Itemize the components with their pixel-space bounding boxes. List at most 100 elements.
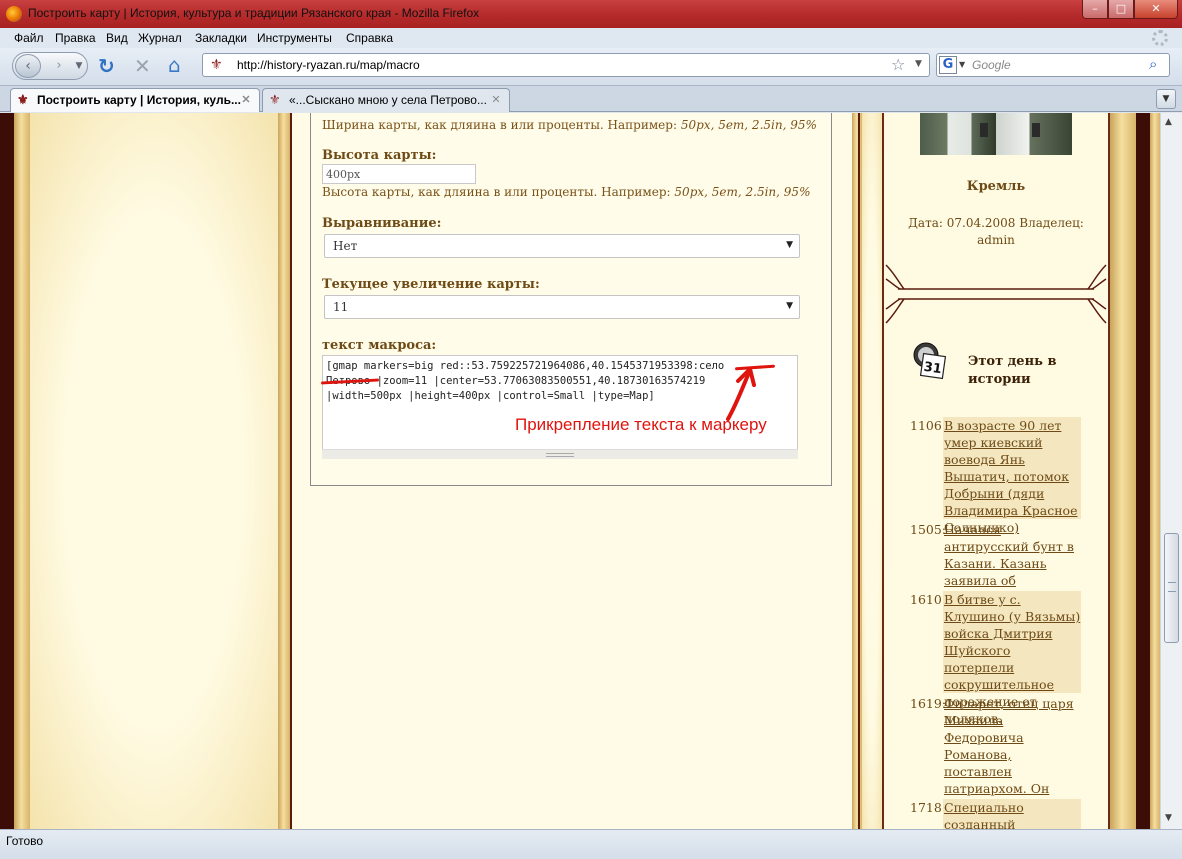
width-description-text: Ширина карты, как дляина в или проценты.… bbox=[322, 118, 678, 132]
height-input[interactable] bbox=[322, 164, 476, 184]
search-input[interactable]: Google bbox=[972, 58, 1011, 72]
chevron-down-icon: ▼ bbox=[786, 301, 793, 311]
divider-flourish bbox=[885, 298, 1107, 324]
photo-meta: Дата: 07.04.2008 Владелец: admin bbox=[908, 216, 1084, 247]
frame-border bbox=[1110, 113, 1136, 829]
vertical-scrollbar[interactable]: ▲ ▼ bbox=[1160, 113, 1182, 829]
status-text: Готово bbox=[6, 834, 44, 848]
scrollbar-thumb[interactable] bbox=[1164, 533, 1179, 643]
menu-view[interactable]: Вид bbox=[106, 31, 128, 45]
height-description-text: Высота карты, как дляина в или проценты.… bbox=[322, 185, 671, 199]
photo-window bbox=[1032, 123, 1040, 137]
kremlin-photo[interactable] bbox=[920, 113, 1072, 155]
bookmark-star-icon[interactable]: ☆ bbox=[891, 55, 905, 74]
calendar-number: 31 bbox=[923, 360, 943, 377]
address-bar[interactable]: ⚜ http://history-ryazan.ru/map/macro ☆ ▼ bbox=[202, 53, 930, 77]
tab-close-icon[interactable]: ✕ bbox=[239, 93, 253, 107]
home-icon[interactable]: ⌂ bbox=[168, 54, 192, 78]
photo-caption[interactable]: Кремль bbox=[884, 179, 1108, 194]
frame-border bbox=[858, 113, 860, 829]
grip-icon bbox=[546, 453, 574, 457]
stop-icon[interactable]: ✕ bbox=[134, 56, 156, 78]
photo-window bbox=[980, 123, 988, 137]
width-description: Ширина карты, как дляина в или проценты.… bbox=[322, 118, 817, 132]
height-label: Высота карты: bbox=[322, 148, 437, 163]
tab-fleur-icon: ⚜ bbox=[269, 92, 281, 107]
search-magnifier-icon[interactable]: ⌕ bbox=[1149, 55, 1157, 73]
frame-border bbox=[14, 113, 30, 829]
tab-petrovo[interactable]: ⚜ «...Сыскано мною у села Петрово... ✕ bbox=[262, 88, 510, 112]
left-column bbox=[30, 113, 278, 829]
height-description: Высота карты, как дляина в или проценты.… bbox=[322, 185, 810, 199]
menu-bar: Файл Правка Вид Журнал Закладки Инструме… bbox=[0, 28, 1182, 48]
tab-build-map[interactable]: ⚜ Построить карту | История, куль... ✕ bbox=[10, 88, 260, 112]
frame-border bbox=[1150, 113, 1160, 829]
site-fleur-icon: ⚜ bbox=[210, 57, 223, 73]
forward-button[interactable]: › bbox=[49, 57, 69, 75]
back-forward-group: ‹ › ▼ bbox=[12, 52, 88, 80]
close-window-button[interactable]: ✕ bbox=[1134, 0, 1178, 19]
menu-bookmarks[interactable]: Закладки bbox=[195, 31, 247, 45]
minimize-button[interactable]: – bbox=[1082, 0, 1108, 19]
divider-flourish bbox=[885, 264, 1107, 290]
scroll-down-icon[interactable]: ▼ bbox=[1165, 813, 1172, 823]
history-year: 1106: bbox=[910, 418, 947, 433]
search-bar[interactable]: G ▼ Google ⌕ bbox=[936, 53, 1170, 77]
grip-icon bbox=[1168, 582, 1176, 592]
tab-close-icon[interactable]: ✕ bbox=[489, 93, 503, 107]
history-link[interactable]: Филарет, отец царя Михаила Федоровича Ро… bbox=[943, 695, 1081, 829]
tab-label: Построить карту | История, куль... bbox=[37, 93, 241, 107]
firefox-icon bbox=[6, 6, 22, 22]
tab-bar: ⚜ Построить карту | История, куль... ✕ ⚜… bbox=[0, 86, 1182, 112]
zoom-select[interactable]: 11 ▼ bbox=[324, 295, 800, 319]
google-engine-icon[interactable]: G bbox=[939, 56, 957, 74]
align-select[interactable]: Нет ▼ bbox=[324, 234, 800, 258]
history-title: Этот день в истории bbox=[968, 354, 1057, 387]
frame-border bbox=[862, 113, 882, 829]
menu-edit[interactable]: Правка bbox=[55, 31, 96, 45]
align-select-value: Нет bbox=[333, 239, 358, 253]
align-label: Выравнивание: bbox=[322, 216, 442, 231]
history-year: 1610: bbox=[910, 592, 947, 607]
history-year: 1718: bbox=[910, 800, 947, 815]
frame-border bbox=[852, 113, 862, 829]
height-examples: 50px, 5em, 2.5in, 95% bbox=[674, 185, 811, 199]
status-bar: Готово bbox=[0, 829, 1182, 859]
history-link[interactable]: В битве у с. Клушино (у Вязьмы) войска Д… bbox=[943, 591, 1081, 726]
history-link[interactable]: В возрасте 90 лет умер киевский воевода … bbox=[943, 417, 1081, 535]
engine-dropdown-icon[interactable]: ▼ bbox=[959, 60, 965, 69]
reload-icon[interactable]: ↻ bbox=[98, 56, 120, 78]
calendar-clock-icon: 31 bbox=[913, 342, 946, 380]
history-dropdown-icon[interactable]: ▼ bbox=[73, 59, 85, 73]
menu-file[interactable]: Файл bbox=[14, 31, 44, 45]
textarea-resize-grip[interactable] bbox=[322, 449, 798, 459]
navigation-toolbar: ‹ › ▼ ↻ ✕ ⌂ ⚜ http://history-ryazan.ru/m… bbox=[0, 48, 1182, 86]
annotation-text: Прикрепление текста к маркеру bbox=[515, 415, 767, 434]
frame-border bbox=[278, 113, 290, 829]
menu-tools[interactable]: Инструменты bbox=[257, 31, 332, 45]
page-viewport: Ширина карты, как дляина в или проценты.… bbox=[0, 113, 1160, 829]
window-title: Построить карту | История, культура и тр… bbox=[28, 6, 480, 20]
menu-history[interactable]: Журнал bbox=[138, 31, 182, 45]
history-link[interactable]: Начался антирусский бунт в Казани. Казан… bbox=[943, 521, 1081, 622]
url-dropdown-icon[interactable]: ▼ bbox=[915, 59, 922, 69]
window-titlebar: Построить карту | История, культура и тр… bbox=[0, 0, 1182, 28]
width-examples: 50px, 5em, 2.5in, 95% bbox=[680, 118, 817, 132]
menu-help[interactable]: Справка bbox=[346, 31, 393, 45]
zoom-select-value: 11 bbox=[333, 300, 349, 314]
frame-border bbox=[1136, 113, 1150, 829]
frame-border bbox=[0, 113, 14, 829]
chevron-down-icon: ▼ bbox=[786, 240, 793, 250]
history-link[interactable]: Специально созданный Верховный суд bbox=[943, 799, 1081, 829]
back-button[interactable]: ‹ bbox=[15, 54, 41, 78]
address-url[interactable]: http://history-ryazan.ru/map/macro bbox=[237, 58, 420, 72]
tab-fleur-icon: ⚜ bbox=[17, 92, 29, 107]
scroll-up-icon[interactable]: ▲ bbox=[1165, 117, 1172, 127]
maximize-button[interactable]: □ bbox=[1108, 0, 1134, 19]
tab-list-dropdown-icon[interactable]: ▼ bbox=[1156, 89, 1176, 109]
macro-label: текст макроса: bbox=[322, 338, 437, 353]
throbber-icon bbox=[1152, 30, 1168, 46]
history-year: 1505: bbox=[910, 522, 947, 537]
sidebar: Кремль Дата: 07.04.2008 Владелец: admin … bbox=[884, 113, 1108, 829]
tab-label: «...Сыскано мною у села Петрово... bbox=[289, 93, 487, 107]
